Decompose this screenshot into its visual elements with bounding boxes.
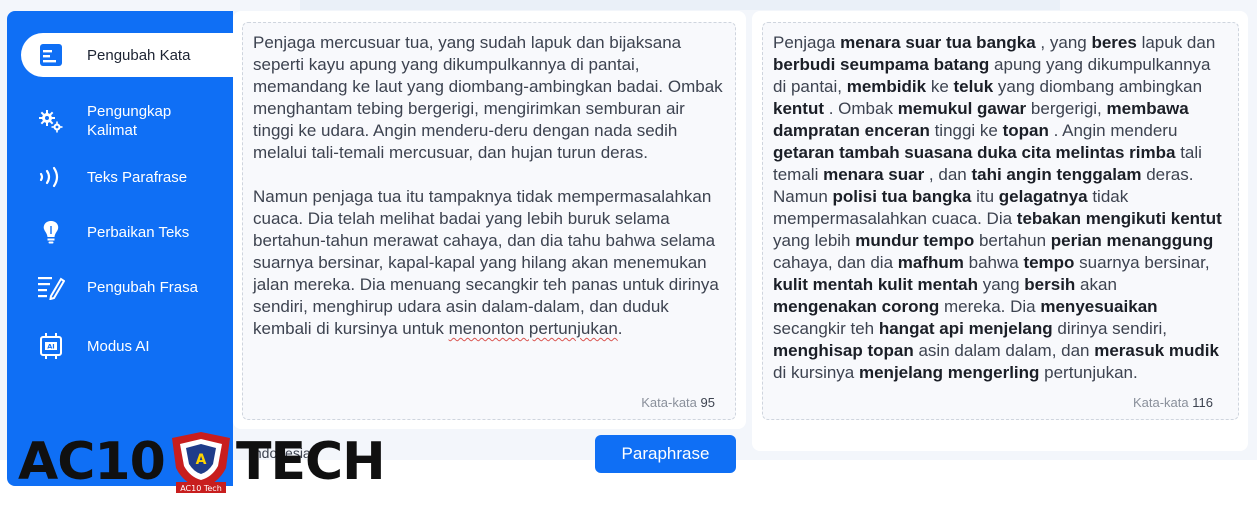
output-segment: lapuk dan (1136, 33, 1221, 52)
output-segment: , yang (1035, 33, 1092, 52)
sidebar-item-label: Teks Parafrase (87, 168, 188, 186)
replaced-phrase[interactable]: membidik (847, 77, 926, 96)
output-segment: dirinya sendiri, (1052, 319, 1172, 338)
paraphrase-button[interactable]: Paraphrase (595, 435, 736, 473)
replaced-phrase[interactable]: berbudi seumpama batang (773, 55, 989, 74)
replaced-phrase[interactable]: tebakan mengikuti kentut (1017, 209, 1222, 228)
replaced-phrase[interactable]: mengenakan corong (773, 297, 939, 316)
replaced-phrase[interactable]: menara suar (823, 165, 924, 184)
output-segment: akan (1075, 275, 1122, 294)
output-text: Penjaga menara suar tua bangka , yang be… (773, 32, 1223, 384)
replaced-phrase[interactable]: merasuk mudik (1094, 341, 1219, 360)
spellcheck-underline: menonton pertunjukan (448, 319, 618, 338)
svg-text:AC10 Tech: AC10 Tech (180, 484, 222, 493)
output-segment: ke (926, 77, 954, 96)
lightbulb-icon (37, 218, 65, 246)
output-segment: bergerigi, (1026, 99, 1107, 118)
sound-waves-icon (37, 163, 65, 191)
output-segment: itu (971, 187, 999, 206)
replaced-phrase[interactable]: hangat api menjelang (879, 319, 1053, 338)
list-pencil-icon (37, 273, 65, 301)
output-word-counter: Kata-kata 116 (1132, 395, 1213, 410)
replaced-phrase[interactable]: mafhum (898, 253, 964, 272)
replaced-phrase[interactable]: tahi angin tenggalam (971, 165, 1141, 184)
replaced-phrase[interactable]: getaran tambah suasana duka cita melinta… (773, 143, 1175, 162)
replaced-phrase[interactable]: kulit mentah kulit mentah (773, 275, 978, 294)
output-segment: suarnya bersinar, (1074, 253, 1215, 272)
replaced-phrase[interactable]: teluk (954, 77, 994, 96)
sidebar-item-modus-ai[interactable]: AI Modus AI (21, 324, 233, 368)
output-segment: Penjaga (773, 33, 841, 52)
output-segment: bahwa (963, 253, 1024, 272)
output-segment: tinggi ke (929, 121, 1003, 140)
replaced-phrase[interactable]: menara suar tua bangka (840, 33, 1036, 52)
input-paragraph-2: Namun penjaga tua itu tampaknya tidak me… (253, 187, 724, 338)
sidebar-item-label: Modus AI (87, 337, 150, 355)
replaced-phrase[interactable]: tempo (1023, 253, 1074, 272)
replaced-phrase[interactable]: kentut (773, 99, 824, 118)
output-textbox: Penjaga menara suar tua bangka , yang be… (762, 22, 1239, 420)
sidebar-item-label: Pengungkap Kalimat (87, 103, 172, 139)
sidebar-item-label: Pengubah Frasa (87, 278, 198, 296)
svg-text:AI: AI (47, 343, 54, 351)
output-segment: mereka. Dia (939, 297, 1041, 316)
output-segment: . Angin menderu (1048, 121, 1183, 140)
watermark-right-text: TECH (236, 432, 386, 492)
replaced-phrase[interactable]: mundur tempo (855, 231, 974, 250)
input-text[interactable]: Penjaga mercusuar tua, yang sudah lapuk … (253, 32, 727, 340)
sidebar-item-pengubah-kata[interactable]: Pengubah Kata (21, 33, 233, 77)
replaced-phrase[interactable]: menyesuaikan (1040, 297, 1157, 316)
sidebar-item-perbaikan-teks[interactable]: Perbaikan Teks (21, 210, 233, 254)
replaced-phrase[interactable]: memukul gawar (898, 99, 1027, 118)
input-textbox[interactable]: Penjaga mercusuar tua, yang sudah lapuk … (242, 22, 736, 420)
sidebar-item-teks-parafrase[interactable]: Teks Parafrase (21, 155, 233, 199)
replaced-phrase[interactable]: bersih (1024, 275, 1075, 294)
output-segment: yang (977, 275, 1025, 294)
shield-badge-icon: A AC10 Tech (172, 432, 230, 493)
sidebar-item-pengubah-frasa[interactable]: Pengubah Frasa (21, 265, 233, 309)
watermark-logo: AC10 A AC10 Tech TECH (18, 430, 386, 495)
sidebar-item-label: Perbaikan Teks (87, 223, 190, 241)
replaced-phrase[interactable]: menghisap topan (773, 341, 914, 360)
output-segment: yang diombang ambingkan (993, 77, 1207, 96)
replaced-phrase[interactable]: polisi tua bangka (833, 187, 972, 206)
ai-chip-icon: AI (37, 332, 65, 360)
replaced-phrase[interactable]: beres (1091, 33, 1136, 52)
input-word-counter: Kata-kata 95 (641, 395, 715, 410)
output-segment: , dan (924, 165, 972, 184)
sidebar-item-pengungkap-kalimat[interactable]: Pengungkap Kalimat (21, 95, 233, 147)
gears-icon (37, 107, 65, 135)
input-paragraph-1: Penjaga mercusuar tua, yang sudah lapuk … (253, 33, 728, 162)
sidebar-item-label: Pengubah Kata (87, 46, 191, 64)
replaced-phrase[interactable]: perian menanggung (1051, 231, 1213, 250)
replaced-phrase[interactable]: gelagatnya (999, 187, 1088, 206)
replaced-phrase[interactable]: menjelang mengerling (859, 363, 1039, 382)
output-segment: pertunjukan. (1039, 363, 1138, 382)
svg-text:A: A (196, 452, 207, 468)
document-icon (37, 41, 65, 69)
replaced-phrase[interactable]: topan (1003, 121, 1049, 140)
output-segment: bertahun (974, 231, 1051, 250)
watermark-left-text: AC10 (18, 432, 166, 492)
sidebar: Pengubah Kata Pengungkap Kalimat Teks Pa… (7, 11, 233, 486)
output-segment: asin dalam dalam, dan (913, 341, 1095, 360)
output-segment: . Ombak (824, 99, 898, 118)
